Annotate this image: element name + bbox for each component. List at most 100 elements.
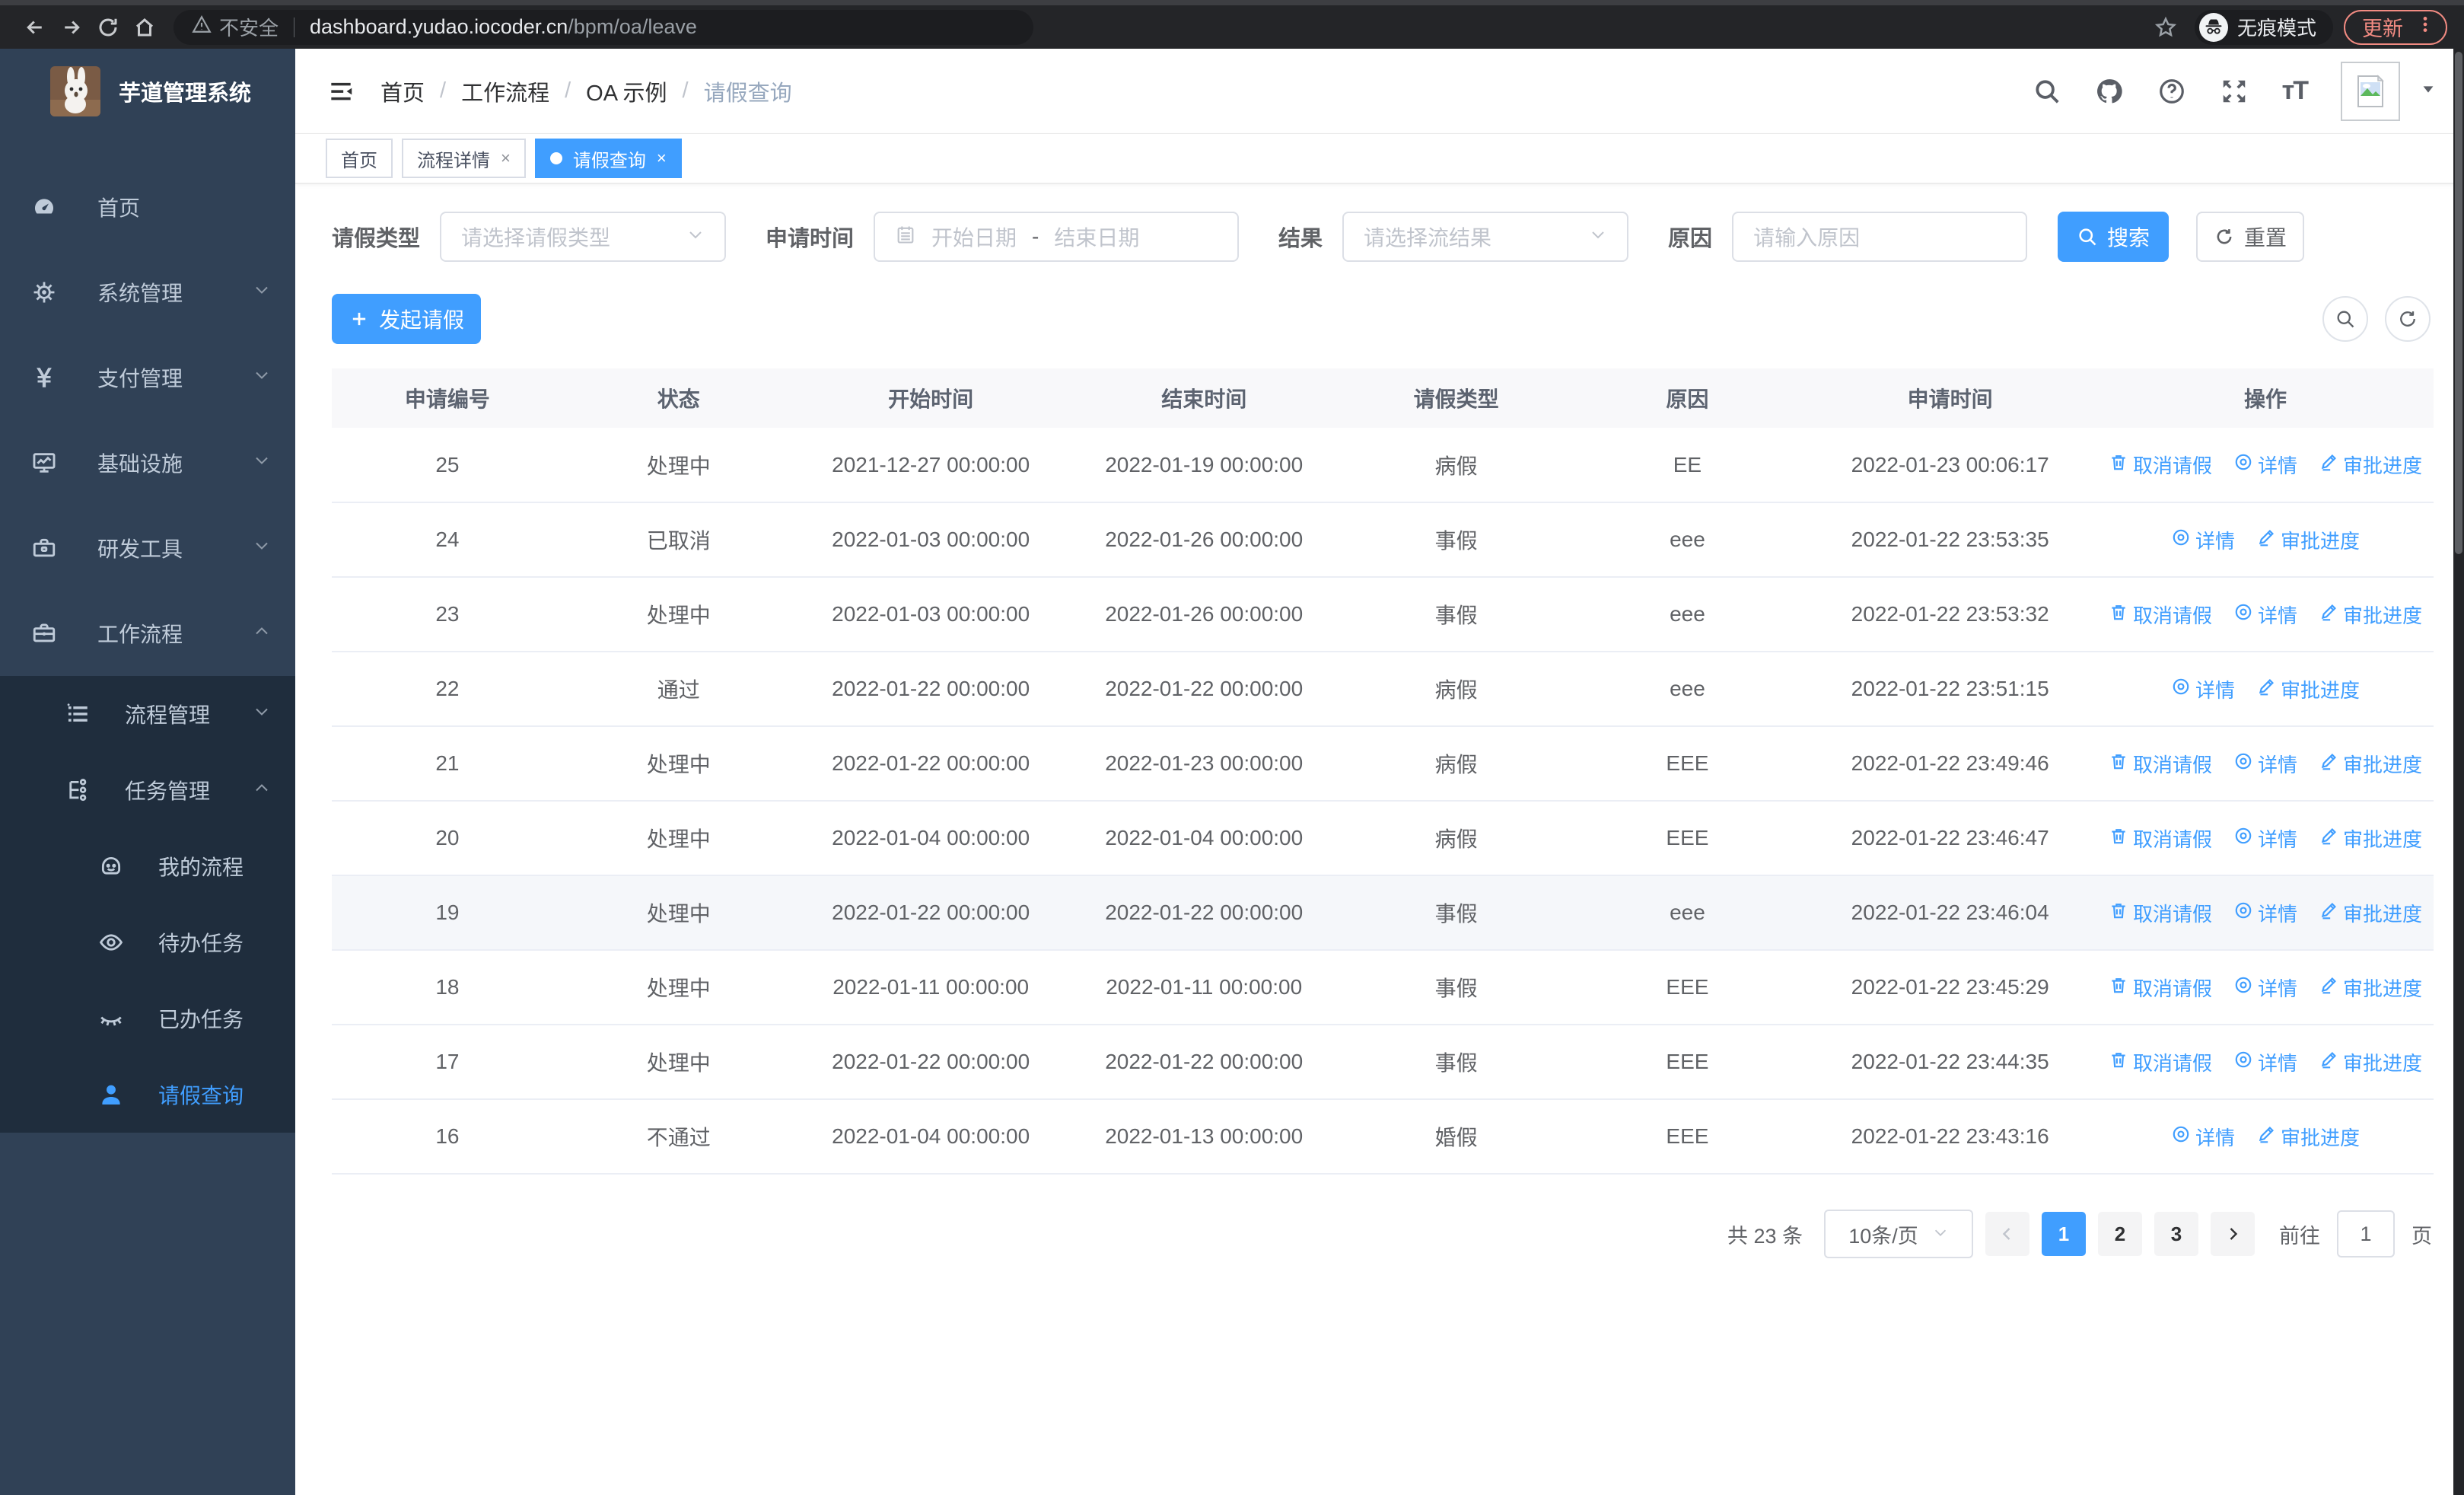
security-warning-icon — [192, 14, 212, 40]
tag-leave-query[interactable]: 请假查询 × — [534, 139, 682, 178]
breadcrumb-item[interactable]: 工作流程 — [461, 75, 549, 107]
cell-type: 事假 — [1340, 1025, 1572, 1100]
cancel-action-link[interactable]: 取消请假 — [2109, 899, 2212, 927]
sidebar-item-my-process[interactable]: 我的流程 — [0, 828, 295, 904]
chevron-up-icon — [253, 621, 271, 645]
reason-input[interactable]: 请输入原因 — [1732, 212, 2028, 262]
edit-icon — [2319, 975, 2338, 1000]
detail-action-link[interactable]: 详情 — [2233, 1048, 2297, 1076]
progress-action-link[interactable]: 审批进度 — [2319, 1048, 2422, 1076]
page-scrollbar[interactable] — [2453, 49, 2464, 1495]
page-button-1[interactable]: 1 — [2042, 1212, 2086, 1256]
detail-action-link[interactable]: 详情 — [2233, 451, 2297, 479]
sidebar-item-done-tasks[interactable]: 已办任务 — [0, 980, 295, 1057]
detail-action-link[interactable]: 详情 — [2171, 1123, 2235, 1151]
apply-time-label: 申请时间 — [766, 227, 855, 251]
browser-update-button[interactable]: 更新 — [2344, 9, 2447, 45]
yen-icon — [30, 364, 58, 391]
progress-action-link[interactable]: 审批进度 — [2319, 824, 2422, 853]
view-icon — [2171, 1124, 2191, 1149]
detail-action-link[interactable]: 详情 — [2233, 750, 2297, 778]
cancel-action-link[interactable]: 取消请假 — [2109, 974, 2212, 1002]
detail-action-link[interactable]: 详情 — [2171, 526, 2235, 554]
progress-action-label: 审批进度 — [2343, 454, 2423, 477]
cancel-action-link[interactable]: 取消请假 — [2109, 601, 2212, 629]
tags-bar: 首页 流程详情 × 请假查询 × — [295, 134, 2464, 184]
cancel-action-link[interactable]: 取消请假 — [2109, 750, 2212, 778]
cancel-action-link[interactable]: 取消请假 — [2109, 1048, 2212, 1076]
detail-action-link[interactable]: 详情 — [2233, 824, 2297, 853]
next-page-button[interactable] — [2211, 1212, 2255, 1256]
sidebar-item-process-mgmt[interactable]: 流程管理 — [0, 676, 295, 752]
fullscreen-icon[interactable] — [2220, 77, 2249, 106]
bookmark-star-icon[interactable] — [2147, 9, 2184, 46]
apply-time-range-picker[interactable]: 开始日期 - 结束日期 — [874, 212, 1240, 262]
progress-action-link[interactable]: 审批进度 — [2319, 899, 2422, 927]
chevron-down-icon — [686, 225, 705, 249]
sidebar-item-system-mgmt[interactable]: 系统管理 — [0, 250, 295, 335]
prev-page-button[interactable] — [1985, 1212, 2029, 1256]
progress-action-link[interactable]: 审批进度 — [2256, 526, 2360, 554]
progress-action-link[interactable]: 审批进度 — [2319, 750, 2422, 778]
avatar-caret-icon[interactable] — [2420, 81, 2437, 101]
cancel-action-link[interactable]: 取消请假 — [2109, 824, 2212, 853]
goto-page-input[interactable]: 1 — [2337, 1210, 2395, 1258]
browser-reload-button[interactable] — [90, 9, 126, 46]
breadcrumb-separator: / — [682, 78, 689, 103]
table-refresh-button[interactable] — [2385, 296, 2431, 342]
progress-action-link[interactable]: 审批进度 — [2319, 974, 2422, 1002]
tag-home[interactable]: 首页 — [326, 139, 393, 178]
table-search-toggle-button[interactable] — [2322, 296, 2368, 342]
user-avatar[interactable] — [2341, 61, 2400, 121]
scrollbar-thumb[interactable] — [2455, 52, 2462, 554]
sidebar-item-todo-tasks[interactable]: 待办任务 — [0, 904, 295, 980]
browser-menu-dots-icon[interactable] — [2415, 14, 2435, 40]
page-size-select[interactable]: 10条/页 — [1824, 1210, 1973, 1258]
tag-process-detail[interactable]: 流程详情 × — [402, 139, 526, 178]
page-suffix: 页 — [2411, 1224, 2432, 1248]
tag-close-icon[interactable]: × — [657, 148, 667, 168]
detail-action-link[interactable]: 详情 — [2233, 899, 2297, 927]
sidebar-item-leave-query[interactable]: 请假查询 — [0, 1057, 295, 1133]
view-icon — [2233, 975, 2253, 1000]
result-select[interactable]: 请选择流结果 — [1342, 212, 1629, 262]
detail-action-link[interactable]: 详情 — [2171, 675, 2235, 703]
sidebar-item-pay-mgmt[interactable]: 支付管理 — [0, 335, 295, 420]
progress-action-link[interactable]: 审批进度 — [2256, 1123, 2360, 1151]
page-button-3[interactable]: 3 — [2154, 1212, 2198, 1256]
browser-forward-button[interactable] — [53, 9, 90, 46]
detail-action-link[interactable]: 详情 — [2233, 601, 2297, 629]
help-icon[interactable] — [2157, 77, 2186, 106]
progress-action-label: 审批进度 — [2343, 827, 2423, 851]
sidebar-item-infrastructure[interactable]: 基础设施 — [0, 420, 295, 505]
sidebar-item-workflow[interactable]: 工作流程 — [0, 591, 295, 676]
detail-action-link[interactable]: 详情 — [2233, 974, 2297, 1002]
sidebar-item-home[interactable]: 首页 — [0, 164, 295, 250]
browser-back-button[interactable] — [17, 9, 53, 46]
create-leave-button[interactable]: 发起请假 — [332, 294, 481, 344]
cancel-action-label: 取消请假 — [2132, 1051, 2212, 1075]
sidebar-collapse-icon[interactable] — [323, 73, 359, 110]
logo-row: 芋道管理系统 — [0, 49, 295, 134]
progress-action-link[interactable]: 审批进度 — [2319, 451, 2422, 479]
column-header: 开始时间 — [794, 368, 1068, 428]
page-button-2[interactable]: 2 — [2098, 1212, 2142, 1256]
browser-home-button[interactable] — [126, 9, 163, 46]
progress-action-link[interactable]: 审批进度 — [2319, 601, 2422, 629]
breadcrumb-item[interactable]: 首页 — [380, 75, 425, 107]
reset-button[interactable]: 重置 — [2196, 212, 2305, 262]
leave-type-select[interactable]: 请选择请假类型 — [440, 212, 727, 262]
create-leave-label: 发起请假 — [378, 308, 464, 332]
tag-close-icon[interactable]: × — [501, 148, 511, 168]
address-bar[interactable]: 不安全 dashboard.yudao.iocoder.cn/bpm/oa/le… — [173, 9, 1033, 45]
sidebar-item-dev-tools[interactable]: 研发工具 — [0, 505, 295, 591]
font-size-icon[interactable]: ᴛT — [2282, 76, 2309, 106]
search-button[interactable]: 搜索 — [2058, 212, 2170, 262]
github-icon[interactable] — [2095, 77, 2124, 106]
breadcrumb-item[interactable]: OA 示例 — [586, 75, 667, 107]
search-icon[interactable] — [2033, 77, 2061, 106]
cancel-action-link[interactable]: 取消请假 — [2109, 451, 2212, 479]
progress-action-link[interactable]: 审批进度 — [2256, 675, 2360, 703]
sidebar-item-task-mgmt[interactable]: 任务管理 — [0, 752, 295, 828]
cell-apply: 2022-01-22 23:51:15 — [1803, 652, 2098, 727]
